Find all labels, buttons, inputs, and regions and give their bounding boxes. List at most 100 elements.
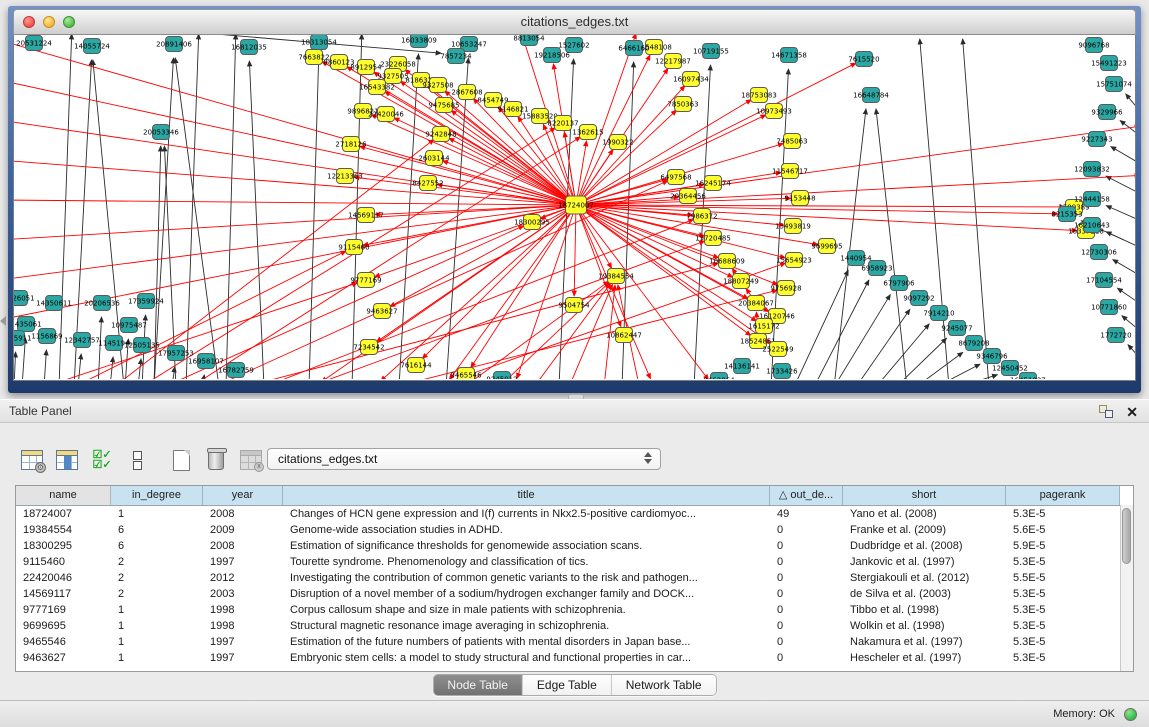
table-cell[interactable]: Tourette syndrome. Phenomenology and cla… bbox=[283, 554, 770, 570]
table-cell[interactable]: 18300295 bbox=[16, 538, 111, 554]
table-cell[interactable]: 1 bbox=[111, 634, 203, 650]
black-edge[interactable] bbox=[959, 375, 997, 379]
red-edge[interactable] bbox=[574, 205, 576, 296]
black-edge[interactable] bbox=[172, 367, 175, 379]
black-edge[interactable] bbox=[1126, 94, 1135, 110]
black-edge[interactable] bbox=[1117, 288, 1135, 303]
red-edge[interactable] bbox=[14, 42, 576, 205]
table-cell[interactable]: Structural magnetic resonance image aver… bbox=[283, 618, 770, 634]
black-edge[interactable] bbox=[1106, 206, 1135, 220]
network-table-select[interactable]: citations_edges.txt bbox=[267, 448, 661, 470]
black-edge[interactable] bbox=[1113, 260, 1135, 275]
black-edge[interactable] bbox=[93, 60, 124, 379]
scrollbar-thumb[interactable] bbox=[1122, 508, 1131, 564]
delete-table-icon[interactable] bbox=[202, 446, 230, 474]
table-cell[interactable]: 5.3E-5 bbox=[1006, 618, 1120, 634]
table-cell[interactable]: 9699695 bbox=[16, 618, 111, 634]
table-cell[interactable]: 1998 bbox=[203, 602, 283, 618]
table-cell[interactable]: 9115460 bbox=[16, 554, 111, 570]
table-cell[interactable]: 0 bbox=[770, 586, 843, 602]
red-edge[interactable] bbox=[14, 205, 576, 279]
float-panel-icon[interactable] bbox=[1099, 405, 1113, 418]
black-edge[interactable] bbox=[1111, 147, 1135, 163]
table-cell[interactable]: 1 bbox=[111, 618, 203, 634]
table-cell[interactable]: 5.5E-5 bbox=[1006, 570, 1120, 586]
table-cell[interactable]: 5.6E-5 bbox=[1006, 522, 1120, 538]
black-edge[interactable] bbox=[59, 35, 72, 379]
red-edge[interactable] bbox=[244, 263, 718, 379]
table-row[interactable]: 1456911722003Disruption of a novel membe… bbox=[16, 586, 1133, 602]
select-columns-icon[interactable]: ☑✓☑✓ bbox=[88, 446, 116, 474]
table-cell[interactable]: 49 bbox=[770, 506, 843, 522]
table-cell[interactable]: Investigating the contribution of common… bbox=[283, 570, 770, 586]
column-header-short[interactable]: short bbox=[843, 486, 1006, 505]
black-edge[interactable] bbox=[814, 280, 869, 379]
table-cell[interactable]: 5.9E-5 bbox=[1006, 538, 1120, 554]
table-cell[interactable]: 2 bbox=[111, 554, 203, 570]
black-edge[interactable] bbox=[249, 61, 264, 379]
window-titlebar[interactable]: citations_edges.txt bbox=[13, 9, 1136, 35]
table-cell[interactable]: 0 bbox=[770, 618, 843, 634]
table-cell[interactable]: 6 bbox=[111, 538, 203, 554]
table-cell[interactable]: Hescheler et al. (1997) bbox=[843, 650, 1006, 666]
table-cell[interactable]: 0 bbox=[770, 522, 843, 538]
table-row[interactable]: 1830029562008Estimation of significance … bbox=[16, 538, 1133, 554]
black-edge[interactable] bbox=[834, 295, 890, 379]
table-row[interactable]: 969969511998Structural magnetic resonanc… bbox=[16, 618, 1133, 634]
table-cell[interactable]: 1 bbox=[111, 650, 203, 666]
table-settings-icon[interactable]: ⚙ bbox=[18, 446, 46, 474]
table-row[interactable]: 911546021997Tourette syndrome. Phenomeno… bbox=[16, 554, 1133, 570]
table-cell[interactable]: 14569117 bbox=[16, 586, 111, 602]
black-edge[interactable] bbox=[74, 60, 92, 379]
table-cell[interactable]: 2 bbox=[111, 586, 203, 602]
table-cell[interactable]: 5.3E-5 bbox=[1006, 506, 1120, 522]
black-edge[interactable] bbox=[1122, 316, 1135, 330]
table-scrollbar[interactable] bbox=[1120, 505, 1133, 671]
column-header-in_degree[interactable]: in_degree bbox=[111, 486, 203, 505]
table-row[interactable]: 977716911998Corpus callosum shape and si… bbox=[16, 602, 1133, 618]
table-cell[interactable]: 19384554 bbox=[16, 522, 111, 538]
red-edge[interactable] bbox=[576, 205, 751, 336]
table-cell[interactable]: 2003 bbox=[203, 586, 283, 602]
table-cell[interactable]: 5.3E-5 bbox=[1006, 554, 1120, 570]
table-cell[interactable]: Genome-wide association studies in ADHD. bbox=[283, 522, 770, 538]
table-cell[interactable]: Franke et al. (2009) bbox=[843, 522, 1006, 538]
table-cell[interactable]: 1 bbox=[111, 602, 203, 618]
show-column-icon[interactable] bbox=[53, 446, 81, 474]
column-header-year[interactable]: year bbox=[203, 486, 283, 505]
table-cell[interactable]: 5.3E-5 bbox=[1006, 586, 1120, 602]
column-header-pagerank[interactable]: pagerank bbox=[1006, 486, 1120, 505]
black-edge[interactable] bbox=[1128, 345, 1135, 357]
column-header-name[interactable]: name bbox=[16, 486, 111, 505]
table-cell[interactable]: 18724007 bbox=[16, 506, 111, 522]
table-cell[interactable]: 0 bbox=[770, 554, 843, 570]
table-cell[interactable]: 5.3E-5 bbox=[1006, 602, 1120, 618]
black-edge[interactable] bbox=[876, 109, 907, 379]
tab-edge-table[interactable]: Edge Table bbox=[522, 675, 611, 695]
column-header-out_de[interactable]: △ out_de... bbox=[770, 486, 843, 505]
table-cell[interactable]: Estimation of significance thresholds fo… bbox=[283, 538, 770, 554]
table-cell[interactable]: 0 bbox=[770, 602, 843, 618]
red-edge[interactable] bbox=[14, 200, 576, 205]
table-cell[interactable]: 22420046 bbox=[16, 570, 111, 586]
table-cell[interactable]: 2008 bbox=[203, 506, 283, 522]
tab-network-table[interactable]: Network Table bbox=[611, 675, 716, 695]
black-edge[interactable] bbox=[309, 56, 319, 379]
table-cell[interactable]: 0 bbox=[770, 538, 843, 554]
table-cell[interactable]: 9465546 bbox=[16, 634, 111, 650]
black-edge[interactable] bbox=[44, 350, 46, 379]
red-edge[interactable] bbox=[449, 138, 576, 205]
table-row[interactable]: 946554611997Estimation of the future num… bbox=[16, 634, 1133, 650]
black-edge[interactable] bbox=[916, 352, 963, 379]
table-cell[interactable]: de Silva et al. (2003) bbox=[843, 586, 1006, 602]
black-edge[interactable] bbox=[226, 35, 236, 379]
panel-collapse-arrow[interactable] bbox=[0, 316, 6, 326]
table-cell[interactable]: 9463627 bbox=[16, 650, 111, 666]
table-cell[interactable]: Disruption of a novel member of a sodium… bbox=[283, 586, 770, 602]
table-cell[interactable]: Dudbridge et al. (2008) bbox=[843, 538, 1006, 554]
table-cell[interactable]: 1998 bbox=[203, 618, 283, 634]
black-edge[interactable] bbox=[1106, 232, 1135, 247]
table-cell[interactable]: 1 bbox=[111, 506, 203, 522]
table-cell[interactable]: 6 bbox=[111, 522, 203, 538]
black-edge[interactable] bbox=[138, 359, 141, 379]
